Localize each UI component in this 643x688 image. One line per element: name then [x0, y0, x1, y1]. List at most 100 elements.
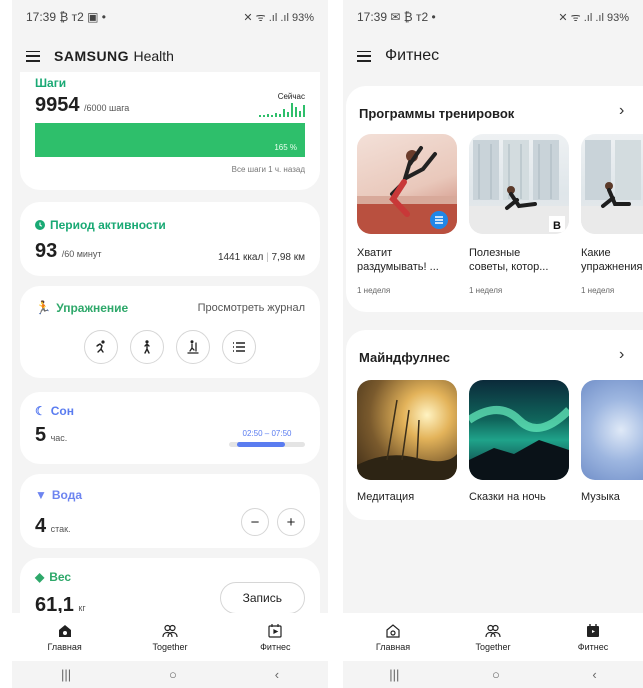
fitness-icon	[587, 623, 599, 637]
nav-home[interactable]: Главная	[353, 623, 433, 652]
music-label[interactable]: Музыка	[581, 490, 620, 504]
status-battery: ✕ ᯤ .ıl .ıl 93%	[243, 11, 314, 24]
meditation-label[interactable]: Медитация	[357, 490, 414, 504]
activity-distance: 7,98 км	[271, 252, 306, 263]
status-time: 17:39	[357, 10, 388, 24]
app-header: Фитнес	[343, 38, 643, 74]
meditation-thumb[interactable]	[357, 380, 457, 480]
programs-title: Программы тренировок	[359, 106, 515, 121]
recents-icon[interactable]: |||	[61, 667, 71, 682]
aurora-image	[469, 406, 569, 480]
woman-exercise-image	[357, 146, 457, 234]
nav-home[interactable]: Главная	[25, 623, 105, 652]
sleep-unit: час.	[50, 433, 68, 443]
program-duration-3: 1 неделя	[581, 286, 615, 295]
activity-kcal: 1441 ккал	[217, 252, 264, 263]
plus-icon[interactable]: +	[277, 508, 305, 536]
program-duration-1: 1 неделя	[357, 286, 391, 295]
status-time: 17:39	[26, 10, 57, 24]
woman-stretching-image: B	[469, 140, 569, 234]
chevron-right-icon[interactable]: ›	[619, 346, 624, 364]
exercise-card[interactable]: 🏃 Упражнение Просмотреть журнал	[20, 286, 320, 378]
program-duration-2: 1 неделя	[469, 286, 503, 295]
home-icon	[386, 623, 400, 638]
back-icon[interactable]: ‹	[275, 667, 279, 682]
water-unit: стак.	[50, 524, 71, 534]
music-thumb[interactable]	[581, 380, 643, 480]
scale-icon: ◆	[35, 570, 45, 584]
back-icon[interactable]: ‹	[592, 667, 596, 682]
cup-icon: ▼	[35, 488, 47, 502]
steps-hourly-chart	[259, 101, 305, 117]
bedtime-stories-thumb[interactable]	[469, 380, 569, 480]
bedtime-stories-label[interactable]: Сказки на ночь	[469, 490, 546, 504]
nav-together[interactable]: Together	[130, 623, 210, 652]
running-icon[interactable]	[84, 330, 118, 364]
view-journal-link[interactable]: Просмотреть журнал	[198, 302, 305, 314]
list-icon[interactable]	[222, 330, 256, 364]
moon-icon: ☾	[35, 404, 46, 418]
chevron-right-icon[interactable]: ›	[619, 102, 624, 120]
steps-value: 9954	[35, 94, 80, 116]
system-navigation: ||| ○ ‹	[12, 661, 328, 688]
steps-card[interactable]: Шаги 9954 /6000 шага Сейчас 165 % Все ша…	[20, 72, 320, 190]
steps-label: Шаги	[35, 76, 67, 90]
walking-icon[interactable]	[130, 330, 164, 364]
woman-workout-image	[581, 140, 643, 234]
nav-fitness[interactable]: Фитнес	[553, 623, 633, 652]
steps-footnote: Все шаги 1 ч. назад	[231, 165, 305, 174]
sunset-grass-image	[357, 399, 457, 480]
svg-text:B: B	[553, 220, 561, 232]
weight-unit: кг	[78, 603, 86, 613]
program-thumb-1[interactable]	[357, 134, 457, 234]
activity-card[interactable]: Период активности 93 /60 минут 1441 ккал…	[20, 202, 320, 276]
home-circle-icon[interactable]: ○	[169, 667, 177, 682]
activity-value: 93	[35, 240, 58, 262]
program-thumb-2[interactable]: B	[469, 134, 569, 234]
elliptical-icon[interactable]	[176, 330, 210, 364]
home-icon	[58, 624, 71, 637]
running-man-icon: 🏃	[35, 300, 52, 315]
record-button[interactable]: Запись	[219, 582, 305, 614]
steps-goal: /6000 шага	[83, 103, 130, 113]
status-icons: ✉ ₿ т2 •	[390, 10, 436, 24]
sleep-timeline	[229, 442, 305, 447]
people-icon	[162, 624, 178, 637]
program-thumb-3[interactable]	[581, 134, 643, 234]
program-title-2[interactable]: Полезные советы, котор...	[469, 246, 548, 274]
page-title: Фитнес	[385, 47, 440, 64]
system-navigation: ||| ○ ‹	[343, 661, 643, 688]
steps-now-label: Сейчас	[277, 92, 305, 101]
nav-fitness[interactable]: Фитнес	[235, 623, 315, 652]
app-header: SAMSUNG Health	[12, 38, 328, 74]
mindfulness-card: Майндфулнес › Медитация Сказки на ночь М…	[346, 330, 643, 520]
home-circle-icon[interactable]: ○	[492, 667, 500, 682]
clock-icon	[35, 220, 45, 230]
steps-progress-bar: 165 %	[35, 123, 305, 157]
bottom-navigation: Главная Together Фитнес	[343, 613, 643, 661]
steps-percent: 165 %	[274, 143, 297, 152]
bottom-navigation: Главная Together Фитнес	[12, 613, 328, 661]
status-bar: 17:39 ₿ т2 ▣ • ✕ ᯤ .ıl .ıl 93%	[12, 0, 328, 34]
exercise-label: 🏃 Упражнение	[35, 300, 129, 315]
program-title-1[interactable]: Хватит раздумывать! ...	[357, 246, 439, 274]
fitness-screen: 17:39 ✉ ₿ т2 • ✕ ᯤ .ıl .ıl 93% Фитнес Пр…	[343, 0, 643, 688]
mindfulness-title: Майндфулнес	[359, 350, 450, 365]
water-card[interactable]: ▼ Вода 4 стак. − +	[20, 474, 320, 548]
menu-icon[interactable]	[357, 50, 371, 62]
status-icons: ₿ т2 ▣ •	[59, 10, 106, 24]
app-brand: SAMSUNG Health	[54, 48, 174, 64]
minus-icon[interactable]: −	[241, 508, 269, 536]
program-title-3[interactable]: Какие упражнения	[581, 246, 642, 274]
nav-together[interactable]: Together	[453, 623, 533, 652]
recents-icon[interactable]: |||	[389, 667, 399, 682]
activity-goal: /60 минут	[61, 249, 102, 259]
sleep-card[interactable]: ☾ Сон 5 час. 02:50 – 07:50	[20, 392, 320, 464]
activity-label: Период активности	[35, 218, 305, 232]
sleep-label: ☾ Сон	[35, 404, 75, 418]
status-battery: ✕ ᯤ .ıl .ıl 93%	[558, 11, 629, 24]
menu-icon[interactable]	[26, 50, 40, 62]
samsung-health-home-screen: 17:39 ₿ т2 ▣ • ✕ ᯤ .ıl .ıl 93% SAMSUNG H…	[12, 0, 328, 688]
people-icon	[485, 624, 501, 637]
water-value: 4	[35, 515, 47, 537]
